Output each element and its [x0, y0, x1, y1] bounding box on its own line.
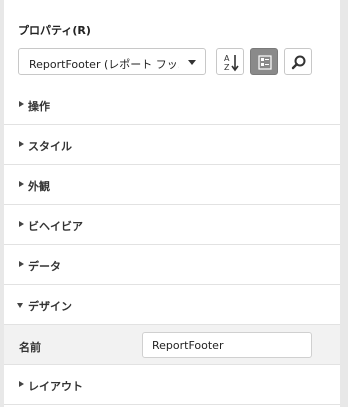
category-design[interactable]: デザイン [4, 285, 340, 325]
category-appearance[interactable]: 外観 [4, 165, 340, 205]
property-name-label: 名前 [19, 341, 41, 354]
categorized-view-button[interactable] [250, 48, 278, 75]
category-style[interactable]: スタイル [4, 125, 340, 165]
object-selector-dropdown[interactable]: ReportFooter (レポート フッ... [18, 48, 206, 75]
panel-title: プロパティ(R) [18, 24, 91, 37]
category-label: 外観 [28, 180, 50, 193]
category-behavior[interactable]: ビヘイビア [4, 205, 340, 245]
expand-arrow-icon [19, 261, 24, 267]
chevron-down-icon [188, 60, 196, 65]
category-operation[interactable]: 操作 [4, 85, 340, 125]
expand-arrow-icon [19, 141, 24, 147]
expand-arrow-icon [19, 181, 24, 187]
category-label: データ [28, 260, 61, 273]
category-label: デザイン [28, 300, 72, 313]
collapse-arrow-icon [17, 303, 23, 308]
expand-arrow-icon [19, 381, 24, 387]
properties-panel: プロパティ(R) ReportFooter (レポート フッ... A Z 操作 [4, 0, 340, 407]
category-label: スタイル [28, 140, 72, 153]
expand-arrow-icon [19, 101, 24, 107]
expand-arrow-icon [19, 221, 24, 227]
search-button[interactable] [284, 48, 312, 75]
name-field[interactable] [142, 332, 312, 358]
svg-text:A: A [224, 54, 230, 63]
category-data[interactable]: データ [4, 245, 340, 285]
category-label: ビヘイビア [28, 220, 83, 233]
sort-alphabetical-icon: A Z [224, 54, 239, 72]
property-row-name: 名前 [4, 325, 340, 365]
sort-alphabetical-button[interactable]: A Z [216, 48, 244, 75]
categorized-view-icon [258, 55, 272, 70]
svg-text:Z: Z [224, 63, 230, 72]
search-icon [291, 55, 306, 70]
category-label: レイアウト [28, 380, 83, 393]
category-label: 操作 [28, 100, 50, 113]
object-selector-value: ReportFooter (レポート フッ... [29, 58, 179, 71]
category-layout[interactable]: レイアウト [4, 365, 340, 405]
